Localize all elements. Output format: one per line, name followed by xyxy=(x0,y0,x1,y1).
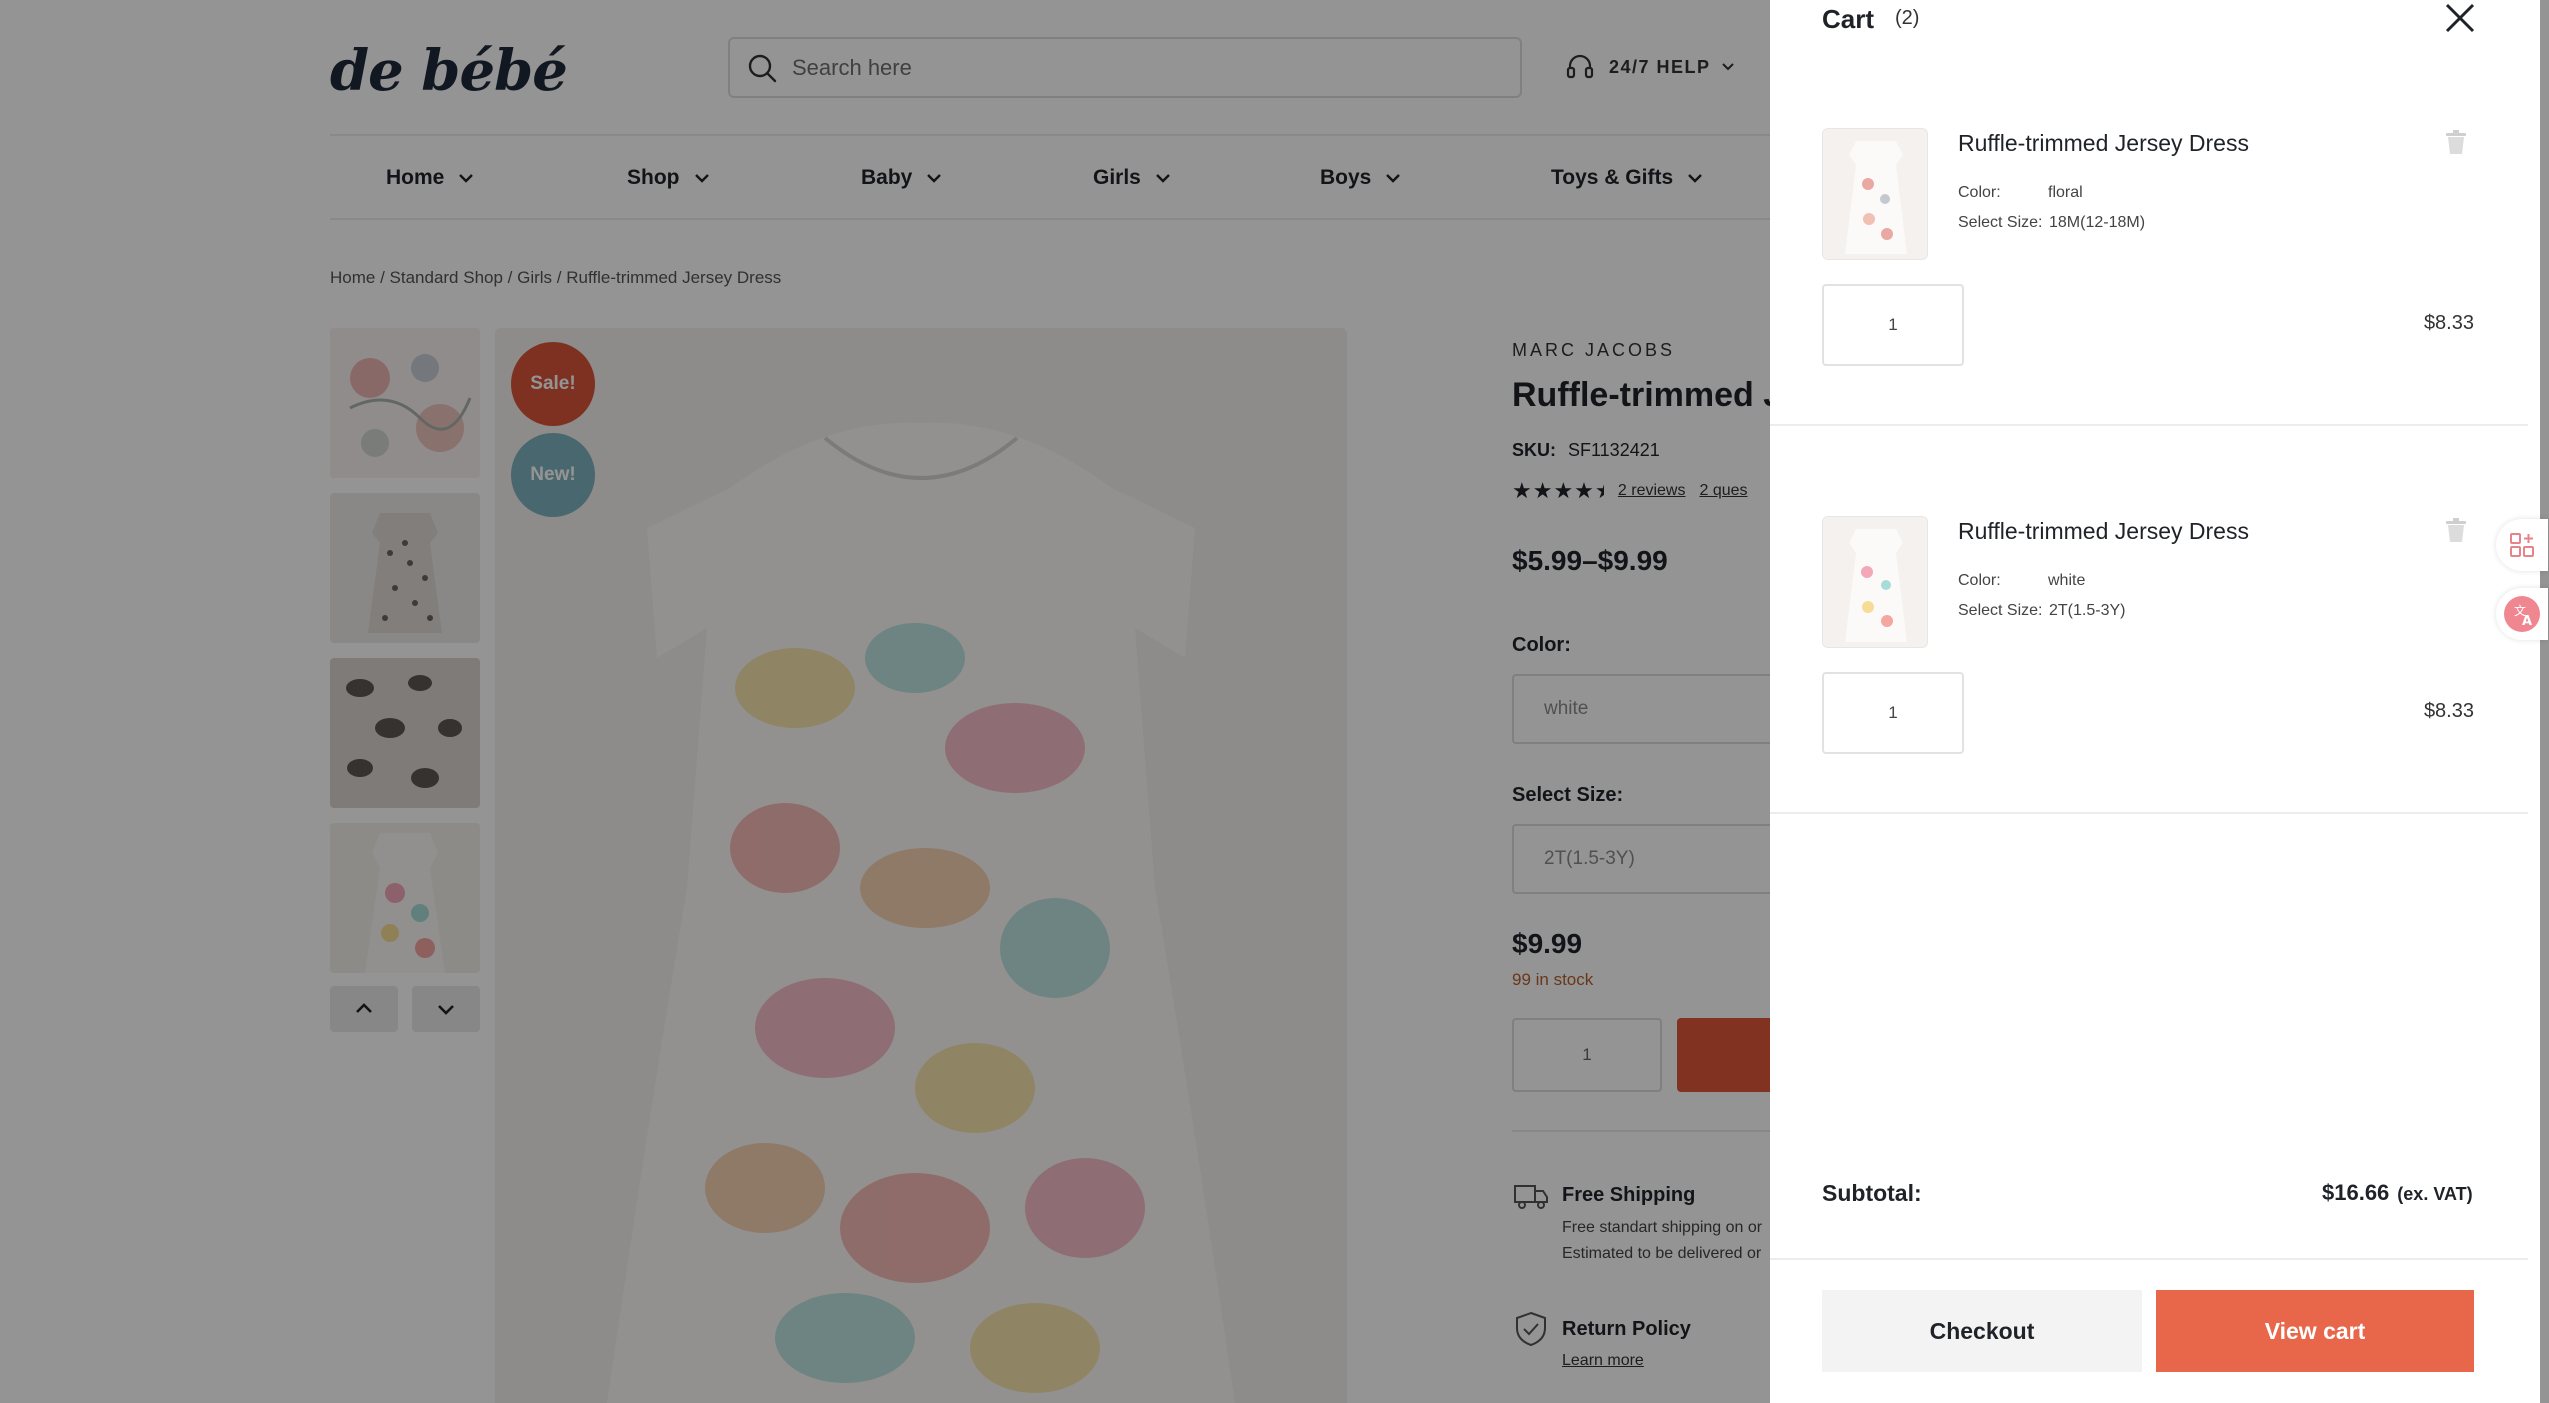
translate-icon: 文A xyxy=(2504,596,2540,632)
cart-item-quantity[interactable]: 1 xyxy=(1822,672,1964,754)
view-cart-button[interactable]: View cart xyxy=(2156,1290,2474,1372)
cart-item-price: $8.33 xyxy=(2423,700,2474,722)
subtotal-value: $16.66 (ex. VAT) xyxy=(2322,1180,2473,1205)
cart-item-size-label: Select Size: xyxy=(1958,214,2043,231)
cart-item-color-label: Color: xyxy=(1958,572,2001,589)
cart-item-size: 2T(1.5-3Y) xyxy=(2049,602,2126,619)
cart-item-image[interactable] xyxy=(1822,516,1928,648)
apps-plus-icon xyxy=(2510,533,2534,557)
cart-item-name[interactable]: Ruffle-trimmed Jersey Dress xyxy=(1958,518,2249,545)
cart-item-price: $8.33 xyxy=(2423,312,2474,334)
floral-dress-image xyxy=(1823,129,1927,259)
close-icon xyxy=(2445,3,2475,33)
cart-item-quantity[interactable]: 1 xyxy=(1822,284,1964,366)
checkout-button[interactable]: Checkout xyxy=(1822,1290,2142,1372)
cart-item: Ruffle-trimmed Jersey Dress Color: flora… xyxy=(1822,128,2474,468)
cart-item-image[interactable] xyxy=(1822,128,1928,260)
cart-item-color-label: Color: xyxy=(1958,184,2001,201)
translate-widget-button[interactable]: 文A xyxy=(2496,588,2548,640)
cart-count: (2) xyxy=(1895,7,1920,29)
divider xyxy=(1770,1258,2528,1260)
cart-item-color: floral xyxy=(2048,184,2083,201)
tie-dye-dress-image xyxy=(1823,517,1927,647)
close-cart-button[interactable] xyxy=(2442,0,2482,40)
cart-item-size: 18M(12-18M) xyxy=(2049,214,2146,231)
trash-icon[interactable] xyxy=(2442,516,2470,544)
cart-drawer: Cart (2) Ruffle-trimmed Jersey Dress Col… xyxy=(1770,0,2540,1403)
trash-icon[interactable] xyxy=(2442,128,2470,156)
divider xyxy=(1770,812,2528,814)
svg-text:A: A xyxy=(2522,614,2532,629)
apps-widget-button[interactable] xyxy=(2496,519,2548,571)
cart-item: Ruffle-trimmed Jersey Dress Color: white… xyxy=(1822,516,2474,856)
cart-item-size-label: Select Size: xyxy=(1958,602,2043,619)
cart-item-color: white xyxy=(2048,572,2086,589)
subtotal-label: Subtotal: xyxy=(1822,1180,1922,1206)
cart-item-name[interactable]: Ruffle-trimmed Jersey Dress xyxy=(1958,130,2249,157)
divider xyxy=(1770,424,2528,426)
cart-title: Cart xyxy=(1822,4,1875,34)
